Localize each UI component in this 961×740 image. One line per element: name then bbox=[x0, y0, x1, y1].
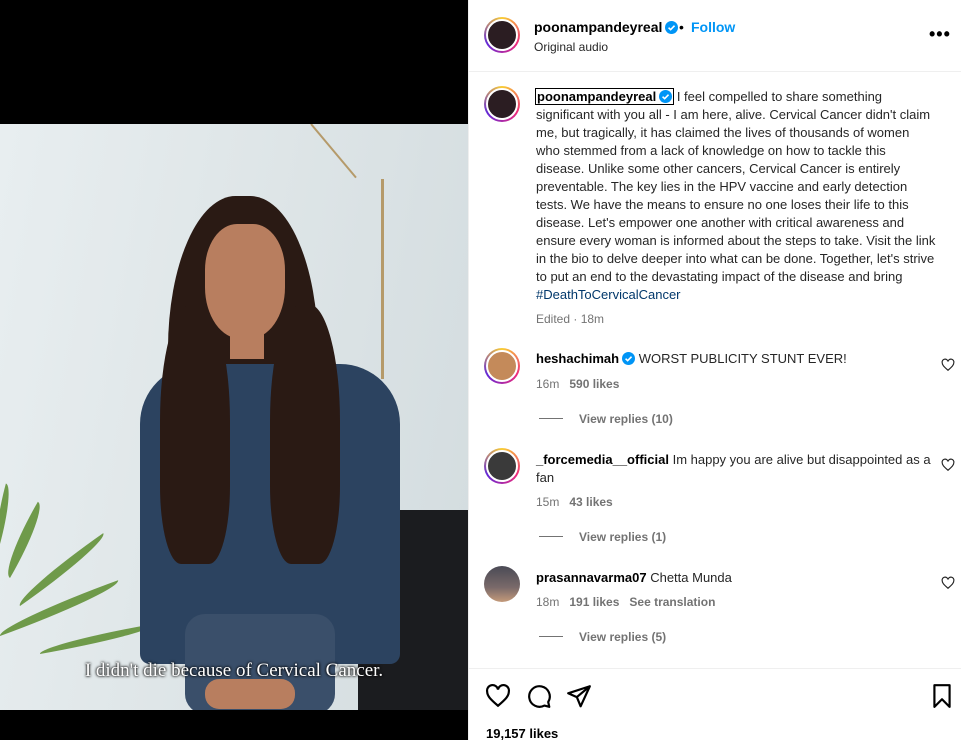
comment-meta: 15m 43 likes bbox=[536, 495, 613, 509]
comment-time: 15m bbox=[536, 495, 560, 509]
view-replies-label[interactable]: View replies (10) bbox=[579, 412, 673, 426]
caption-avatar[interactable] bbox=[484, 86, 520, 122]
view-replies-label[interactable]: View replies (5) bbox=[579, 630, 666, 644]
wall-trim bbox=[310, 124, 357, 179]
like-heart-icon[interactable] bbox=[485, 683, 511, 709]
comment-text: Chetta Munda bbox=[650, 570, 732, 585]
author-username-text[interactable]: poonampandeyreal bbox=[534, 19, 662, 35]
post-header: poonampandeyreal • Follow Original audio… bbox=[469, 0, 961, 72]
hair bbox=[270, 304, 340, 564]
hands bbox=[205, 679, 295, 709]
share-icon[interactable] bbox=[566, 683, 592, 709]
video-player[interactable]: I didn't die because of Cervical Cancer. bbox=[0, 0, 468, 740]
comment-username[interactable]: heshachimah bbox=[536, 351, 619, 366]
comment-username[interactable]: prasannavarma07 bbox=[536, 570, 647, 585]
comment-likes[interactable]: 43 likes bbox=[569, 495, 612, 509]
save-bookmark-icon[interactable] bbox=[929, 683, 955, 709]
replies-dash bbox=[539, 536, 563, 537]
view-replies-button[interactable]: View replies (10) bbox=[539, 412, 673, 426]
wall-trim bbox=[381, 179, 384, 379]
plant-leaf bbox=[0, 483, 16, 544]
comment-icon[interactable] bbox=[526, 683, 552, 709]
comment-username[interactable]: _forcemedia__official bbox=[536, 452, 669, 467]
face bbox=[205, 224, 285, 339]
replies-dash bbox=[539, 418, 563, 419]
see-translation-button[interactable]: See translation bbox=[629, 595, 715, 609]
comment-like-heart-icon[interactable] bbox=[941, 458, 955, 472]
plant-leaf bbox=[0, 501, 50, 578]
follow-button[interactable]: Follow bbox=[691, 19, 735, 35]
view-replies-button[interactable]: View replies (1) bbox=[539, 530, 666, 544]
replies-dash bbox=[539, 636, 563, 637]
post-panel: poonampandeyreal • Follow Original audio… bbox=[468, 0, 961, 740]
view-replies-label[interactable]: View replies (1) bbox=[579, 530, 666, 544]
comment-time: 16m bbox=[536, 377, 560, 391]
likes-count[interactable]: 19,157 likes bbox=[486, 726, 558, 740]
comment-meta: 16m 590 likes bbox=[536, 377, 619, 391]
video-frame bbox=[0, 124, 468, 710]
comment-avatar[interactable] bbox=[484, 566, 520, 602]
plant-leaf bbox=[0, 580, 123, 636]
comment-likes[interactable]: 191 likes bbox=[569, 595, 619, 609]
author-avatar[interactable] bbox=[484, 17, 520, 53]
video-subtitle: I didn't die because of Cervical Cancer. bbox=[84, 660, 384, 681]
comment-text: WORST PUBLICITY STUNT EVER! bbox=[638, 351, 847, 366]
comment-item: _forcemedia__official Im happy you are a… bbox=[536, 451, 936, 487]
comment-meta: 18m 191 likes See translation bbox=[536, 595, 715, 609]
view-replies-button[interactable]: View replies (5) bbox=[539, 630, 666, 644]
caption-username-text[interactable]: poonampandeyreal bbox=[537, 89, 656, 104]
caption-username[interactable]: poonampandeyreal bbox=[534, 88, 675, 105]
audio-label[interactable]: Original audio bbox=[534, 40, 608, 54]
post-caption: poonampandeyreal I feel compelled to sha… bbox=[534, 88, 936, 304]
verified-badge-icon bbox=[622, 352, 636, 365]
author-username[interactable]: poonampandeyreal bbox=[534, 19, 679, 35]
comment-avatar[interactable] bbox=[484, 348, 520, 384]
comment-item: prasannavarma07 Chetta Munda bbox=[536, 569, 936, 587]
verified-badge-icon bbox=[659, 90, 673, 103]
more-options-icon[interactable]: ••• bbox=[929, 24, 951, 45]
comment-likes[interactable]: 590 likes bbox=[569, 377, 619, 391]
caption-meta: Edited · 18m bbox=[536, 312, 605, 326]
action-bar: 19,157 likes bbox=[469, 668, 961, 740]
hashtag-link[interactable]: #DeathToCervicalCancer bbox=[536, 287, 681, 302]
caption-text: I feel compelled to share something sign… bbox=[536, 89, 936, 284]
comment-item: heshachimah WORST PUBLICITY STUNT EVER! bbox=[536, 350, 936, 368]
comment-avatar[interactable] bbox=[484, 448, 520, 484]
hair bbox=[160, 304, 230, 564]
verified-badge-icon bbox=[665, 21, 679, 34]
separator-dot: • bbox=[679, 19, 684, 35]
neck bbox=[230, 329, 264, 359]
comment-like-heart-icon[interactable] bbox=[941, 576, 955, 590]
comment-time: 18m bbox=[536, 595, 560, 609]
comment-like-heart-icon[interactable] bbox=[941, 358, 955, 372]
